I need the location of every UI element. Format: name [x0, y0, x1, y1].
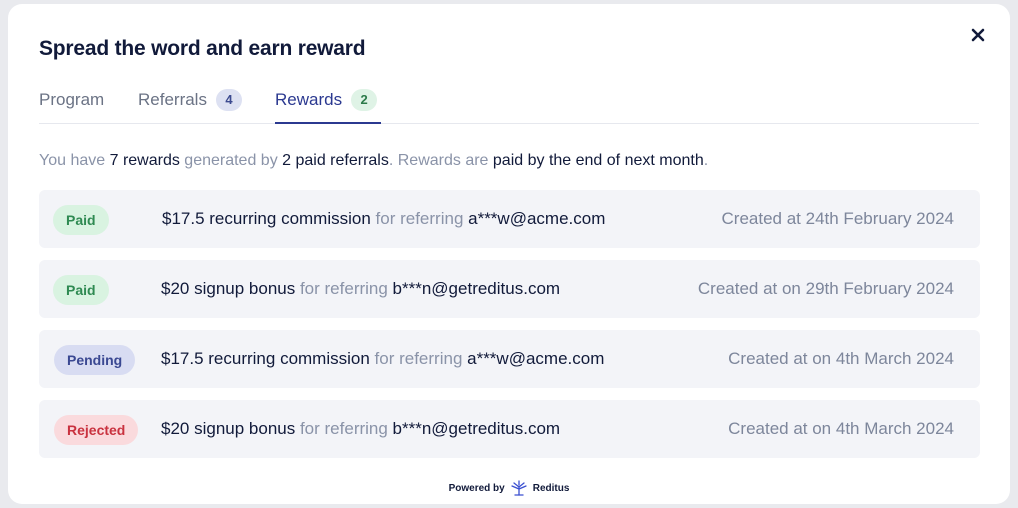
reward-amount: $17.5 recurring commission	[161, 349, 370, 368]
summary-text: You have	[39, 152, 110, 169]
rewards-summary: You have 7 rewards generated by 2 paid r…	[39, 152, 708, 170]
referral-email: b***n@getreditus.com	[392, 279, 561, 298]
status-badge: Paid	[53, 275, 109, 305]
summary-payout-terms: paid by the end of next month	[492, 152, 704, 169]
created-date: Created at on 4th March 2024	[728, 419, 954, 438]
referral-email: a***w@acme.com	[467, 349, 605, 368]
close-button[interactable]	[967, 24, 989, 46]
brand-name: Reditus	[532, 482, 570, 494]
rewards-count-badge: 2	[351, 89, 378, 111]
reward-connector: for referring	[295, 279, 393, 298]
reward-row: Pending $17.5 recurring commission for r…	[39, 330, 980, 388]
reward-connector: for referring	[369, 349, 468, 368]
created-date: Created at on 29th February 2024	[697, 279, 954, 298]
tab-referrals[interactable]: Referrals 4	[138, 89, 242, 124]
reward-connector: for referring	[295, 419, 393, 438]
tab-label: Program	[39, 90, 105, 109]
tab-rewards[interactable]: Rewards 2	[275, 89, 382, 124]
reward-description: $17.5 recurring commission for referring…	[161, 349, 604, 369]
reward-amount: $20 signup bonus	[161, 279, 296, 298]
reward-amount: $20 signup bonus	[161, 419, 296, 438]
reward-amount: $17.5 recurring commission	[162, 209, 371, 228]
reward-description: $20 signup bonus for referring b***n@get…	[161, 419, 560, 439]
status-badge: Pending	[54, 345, 136, 375]
reward-row: Paid $17.5 recurring commission for refe…	[39, 190, 980, 248]
modal-title: Spread the word and earn reward	[39, 37, 366, 60]
reward-row: Rejected $20 signup bonus for referring …	[39, 400, 980, 458]
referral-email: a***w@acme.com	[468, 209, 606, 228]
reward-row: Paid $20 signup bonus for referring b***…	[39, 260, 980, 318]
tab-program[interactable]: Program	[39, 90, 104, 124]
powered-by-footer[interactable]: Powered by Reditus	[8, 480, 1010, 496]
summary-referrals-count: 2 paid referrals	[282, 152, 389, 169]
summary-text: . Rewards are	[388, 152, 493, 169]
reditus-logo-icon	[511, 480, 527, 496]
status-badge: Paid	[53, 205, 109, 235]
summary-rewards-count: 7 rewards	[109, 152, 180, 169]
referral-modal: Spread the word and earn reward Program …	[8, 4, 1010, 504]
close-icon	[971, 28, 985, 42]
summary-text: generated by	[179, 152, 283, 169]
tab-bar: Program Referrals 4 Rewards 2	[39, 89, 979, 124]
tab-label: Rewards	[275, 90, 343, 109]
powered-by-label: Powered by	[448, 482, 505, 494]
created-date: Created at 24th February 2024	[721, 209, 954, 228]
tab-label: Referrals	[138, 90, 207, 109]
created-date: Created at on 4th March 2024	[728, 349, 954, 368]
reward-description: $20 signup bonus for referring b***n@get…	[161, 279, 560, 299]
summary-text: .	[703, 152, 709, 169]
reward-description: $17.5 recurring commission for referring…	[162, 209, 605, 229]
referrals-count-badge: 4	[215, 89, 242, 111]
status-badge: Rejected	[54, 415, 139, 445]
referral-email: b***n@getreditus.com	[392, 419, 561, 438]
reward-connector: for referring	[370, 209, 469, 228]
